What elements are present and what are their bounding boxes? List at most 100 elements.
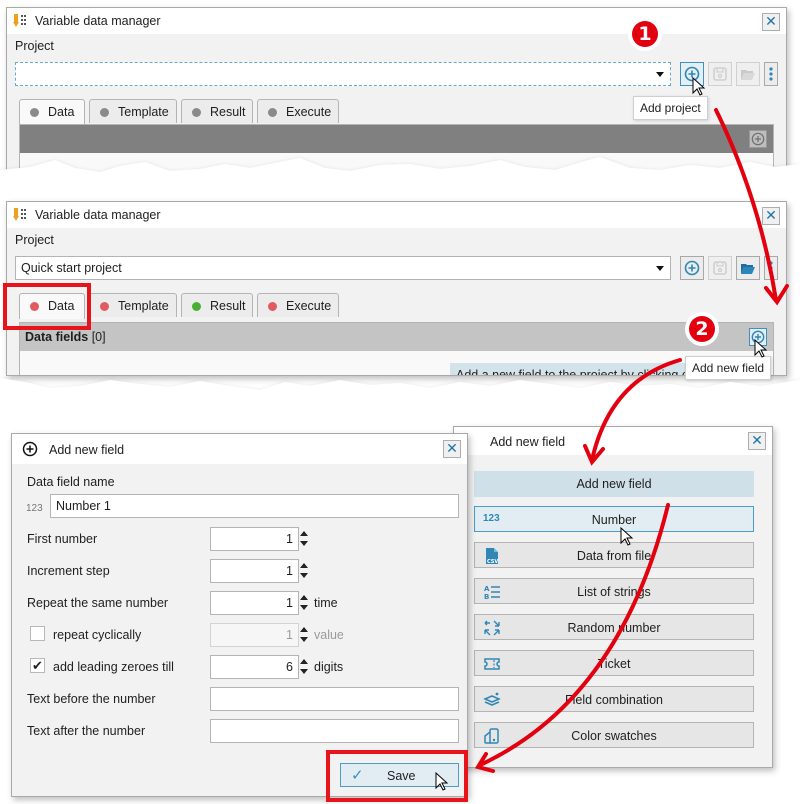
- field-type-random-number[interactable]: Random number: [474, 614, 754, 640]
- window-title: Variable data manager: [35, 14, 161, 28]
- repeat-cyclically-label: repeat cyclically: [53, 628, 142, 642]
- repeat-spinner[interactable]: 1: [210, 591, 310, 615]
- spin-down-icon[interactable]: [300, 637, 308, 642]
- mouse-cursor-icon: [620, 527, 634, 546]
- status-dot-icon: [30, 108, 39, 117]
- close-button[interactable]: ✕: [748, 432, 766, 450]
- step-1-badge: 1: [628, 17, 662, 51]
- open-project-button[interactable]: [736, 62, 760, 86]
- save-icon: [713, 261, 727, 275]
- field-type-number[interactable]: 123 Number: [474, 506, 754, 532]
- field-type-list-of-strings[interactable]: AB List of strings: [474, 578, 754, 604]
- title-bar: Add new field ✕: [12, 434, 467, 464]
- text-before-input[interactable]: [210, 687, 459, 711]
- project-dropdown[interactable]: Quick start project: [15, 256, 671, 280]
- spin-up-icon[interactable]: [300, 595, 308, 600]
- project-dropdown[interactable]: [15, 62, 671, 86]
- spin-down-icon[interactable]: [300, 669, 308, 674]
- tab-data[interactable]: Data: [19, 99, 85, 125]
- repeat-unit: time: [314, 596, 338, 610]
- close-button[interactable]: ✕: [443, 440, 461, 458]
- spin-up-icon[interactable]: [300, 563, 308, 568]
- open-project-button[interactable]: [736, 256, 760, 280]
- tab-execute[interactable]: Execute: [257, 293, 339, 317]
- status-dot-icon: [192, 108, 201, 117]
- spin-up-icon[interactable]: [300, 627, 308, 632]
- text-before-label: Text before the number: [27, 692, 156, 706]
- number-type-icon: 123: [26, 503, 43, 514]
- leading-zeroes-spinner[interactable]: 6: [210, 655, 310, 679]
- mouse-cursor-icon: [754, 339, 768, 358]
- panel-header: Data fields [0]: [20, 323, 773, 351]
- increment-step-spinner[interactable]: 1: [210, 559, 310, 583]
- more-options-button[interactable]: [764, 256, 778, 280]
- project-dropdown-value: Quick start project: [21, 261, 122, 275]
- field-types-header: Add new field: [474, 471, 754, 497]
- data-fields-title: Data fields [0]: [25, 330, 106, 344]
- zeroes-unit: digits: [314, 660, 344, 674]
- field-type-field-combination[interactable]: Field combination: [474, 686, 754, 712]
- spin-down-icon[interactable]: [300, 541, 308, 546]
- title-bar: Variable data manager ✕: [7, 8, 786, 34]
- project-label: Project: [15, 233, 54, 247]
- more-options-button[interactable]: [764, 62, 778, 86]
- spin-up-icon[interactable]: [300, 531, 308, 536]
- window-title: Variable data manager: [35, 208, 161, 222]
- dialog-title: Add new field: [490, 435, 566, 449]
- plus-circle-icon: [22, 441, 38, 457]
- text-after-label: Text after the number: [27, 724, 146, 738]
- kebab-menu-icon: [769, 67, 773, 81]
- increment-step-label: Increment step: [27, 564, 110, 578]
- leading-zeroes-checkbox[interactable]: ✔: [30, 658, 45, 673]
- save-project-button[interactable]: [708, 62, 732, 86]
- add-number-field-dialog: Add new field ✕ Data field name 123 Numb…: [11, 433, 468, 797]
- status-dot-icon: [100, 108, 109, 117]
- add-project-button[interactable]: [680, 256, 704, 280]
- panel-header: [20, 125, 773, 153]
- step-2-badge: 2: [685, 312, 719, 346]
- torn-edge-divider: [0, 378, 800, 418]
- save-project-button[interactable]: [708, 256, 732, 280]
- field-type-color-swatches[interactable]: Color swatches: [474, 722, 754, 748]
- cyclic-unit: value: [314, 628, 344, 642]
- repeat-cyclically-checkbox[interactable]: [30, 626, 45, 641]
- close-button[interactable]: ✕: [762, 207, 780, 225]
- text-after-input[interactable]: [210, 719, 459, 743]
- app-icon: [13, 208, 26, 221]
- field-type-data-from-file[interactable]: CSV Data from file: [474, 542, 754, 568]
- chevron-down-icon: [656, 266, 664, 271]
- status-dot-icon: [268, 302, 277, 311]
- kebab-menu-icon: [769, 261, 773, 275]
- spin-up-icon[interactable]: [300, 659, 308, 664]
- mouse-cursor-icon: [692, 77, 706, 96]
- leading-zeroes-label: add leading zeroes till: [53, 660, 174, 674]
- field-name-input[interactable]: Number 1: [50, 494, 459, 518]
- cyclic-spinner[interactable]: 1: [210, 623, 310, 647]
- tab-execute[interactable]: Execute: [257, 99, 339, 123]
- add-field-button[interactable]: [749, 130, 767, 148]
- tab-result[interactable]: Result: [181, 99, 253, 123]
- title-bar: Add new field ✕: [454, 427, 772, 455]
- first-number-spinner[interactable]: 1: [210, 527, 310, 551]
- plus-circle-icon: [684, 260, 700, 276]
- tab-result[interactable]: Result: [181, 293, 253, 317]
- field-name-label: Data field name: [27, 475, 115, 489]
- folder-open-icon: [741, 264, 755, 274]
- repeat-label: Repeat the same number: [27, 596, 169, 610]
- tab-template[interactable]: Template: [89, 293, 177, 317]
- close-button[interactable]: ✕: [762, 13, 780, 31]
- folder-open-icon: [741, 70, 755, 80]
- title-bar: Variable data manager ✕: [7, 202, 786, 228]
- status-dot-icon: [100, 302, 109, 311]
- status-dot-icon: [192, 302, 201, 311]
- save-icon: [713, 67, 727, 81]
- spin-down-icon[interactable]: [300, 605, 308, 610]
- tab-bar: Data Template Result Execute: [19, 99, 359, 125]
- chevron-down-icon: [656, 72, 664, 77]
- tooltip-add-project: Add project: [633, 96, 708, 120]
- checkmark-icon: ✔: [32, 658, 43, 673]
- tab-template[interactable]: Template: [89, 99, 177, 123]
- spin-down-icon[interactable]: [300, 573, 308, 578]
- project-label: Project: [15, 39, 54, 53]
- field-type-ticket[interactable]: Ticket: [474, 650, 754, 676]
